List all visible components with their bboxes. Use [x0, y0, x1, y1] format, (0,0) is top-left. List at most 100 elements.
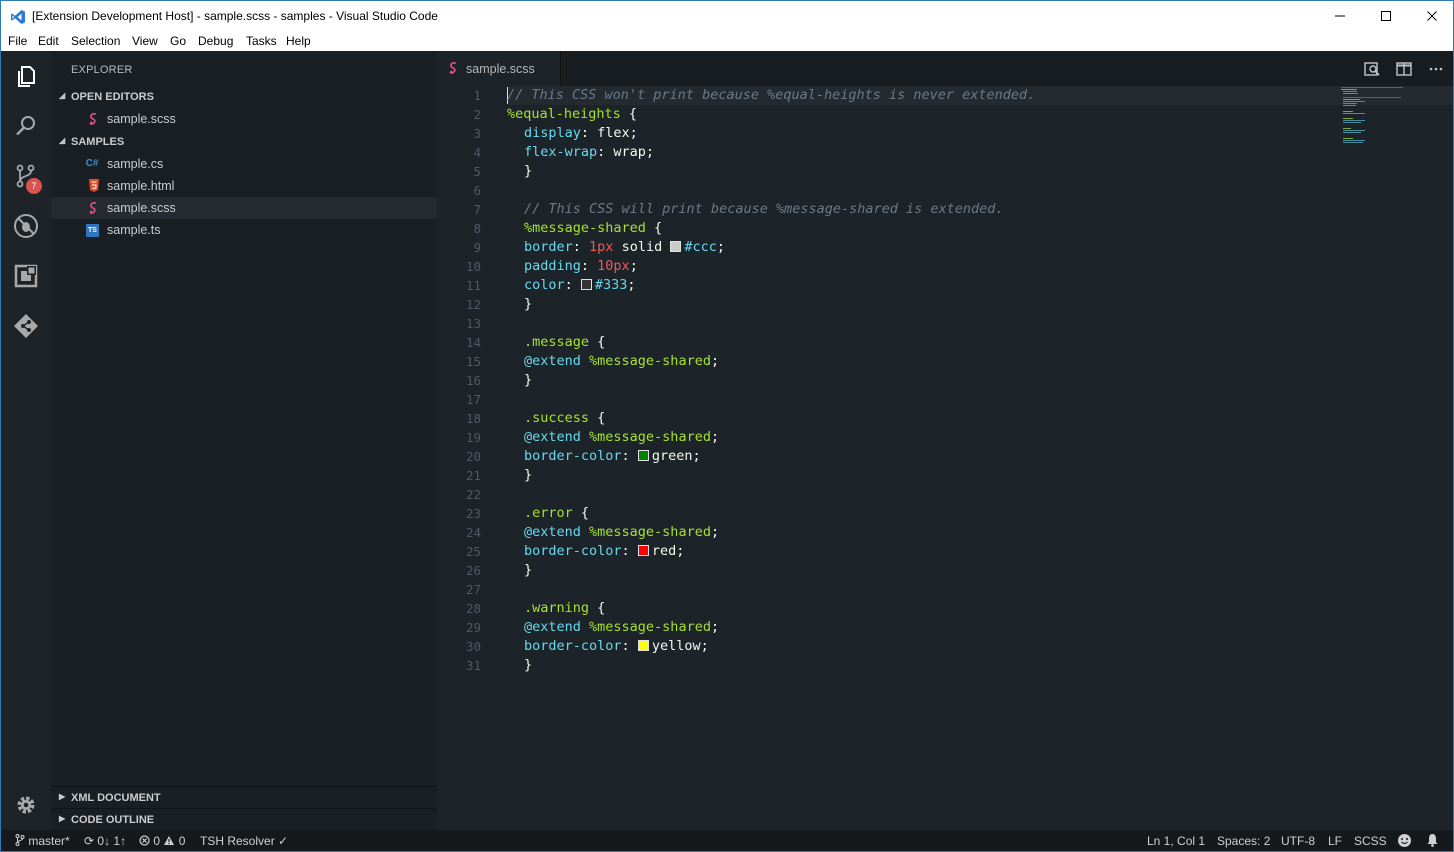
- code-line-26: }: [524, 561, 532, 580]
- punctuation: :: [572, 239, 590, 255]
- line-number: 24: [465, 525, 481, 540]
- branch-name: master*: [28, 834, 70, 848]
- code-editor[interactable]: 1 2 3 4 5 6 7 8 9 10 11 12 13 14 15 16 17 18 19 20 21 22 23 24 2…: [437, 86, 1453, 830]
- menu-file[interactable]: File: [8, 34, 27, 48]
- at-rule: @extend: [524, 429, 581, 445]
- feedback-button[interactable]: [1397, 833, 1412, 851]
- extensions-activity[interactable]: [1, 251, 51, 301]
- file-item-sample-cs[interactable]: C# sample.cs: [51, 153, 437, 175]
- file-name: sample.cs: [107, 157, 164, 171]
- line-number: 5: [473, 164, 481, 179]
- warning-count: 0: [178, 834, 186, 848]
- sync-status[interactable]: ⟳ 0↓ 1↑: [84, 834, 126, 848]
- line-number: 17: [465, 392, 481, 407]
- source-control-activity[interactable]: 7: [1, 151, 51, 201]
- punctuation: {: [589, 334, 606, 350]
- line-number: 4: [473, 145, 481, 160]
- menu-edit[interactable]: Edit: [38, 34, 59, 48]
- sass-icon: [87, 201, 101, 215]
- debug-activity[interactable]: [1, 201, 51, 251]
- git-lens-activity[interactable]: [1, 301, 51, 351]
- code-line-23: .error {: [524, 504, 589, 523]
- split-editor-icon: [1396, 62, 1412, 76]
- code-line-9: border: 1px solid #ccc;: [524, 238, 725, 257]
- samples-section[interactable]: ◢ SAMPLES: [51, 131, 437, 153]
- color-swatch[interactable]: [637, 450, 649, 461]
- color-swatch[interactable]: [580, 279, 592, 290]
- menu-selection[interactable]: Selection: [71, 34, 120, 48]
- ellipsis-icon: [1429, 67, 1443, 71]
- punctuation: {: [645, 220, 663, 236]
- more-actions-button[interactable]: [1427, 60, 1445, 78]
- problems-status[interactable]: 0 0: [139, 834, 185, 848]
- line-number: 11: [465, 278, 481, 293]
- code-line-14: .message {: [524, 333, 605, 352]
- open-editors-section[interactable]: ◢ OPEN EDITORS: [51, 86, 437, 108]
- code-line-20: border-color: green;: [524, 447, 701, 466]
- code-line-2: %equal-heights {: [507, 105, 637, 124]
- smiley-icon: [1398, 834, 1411, 847]
- placeholder-selector: %message-shared: [524, 220, 646, 236]
- maximize-icon: [1381, 11, 1391, 21]
- file-name: sample.html: [107, 179, 175, 193]
- line-number: 14: [465, 335, 481, 350]
- punctuation: }: [524, 372, 533, 388]
- xml-document-section[interactable]: ▶ XML DOCUMENT: [51, 786, 437, 808]
- tsh-resolver-status[interactable]: TSH Resolver ✓: [200, 834, 288, 848]
- punctuation: :: [580, 258, 598, 274]
- notifications-button[interactable]: [1426, 833, 1439, 851]
- line-number: 27: [465, 582, 481, 597]
- encoding-status[interactable]: UTF-8: [1281, 834, 1315, 848]
- settings-activity[interactable]: [1, 780, 51, 830]
- code-line-8: %message-shared {: [524, 219, 662, 238]
- file-item-sample-html[interactable]: sample.html: [51, 175, 437, 197]
- search-activity[interactable]: [1, 101, 51, 151]
- color-swatch[interactable]: [670, 241, 682, 252]
- color-swatch[interactable]: [637, 545, 649, 556]
- placeholder-ref: %message-shared: [580, 524, 711, 540]
- file-name: sample.ts: [107, 223, 161, 237]
- minimize-button[interactable]: [1317, 1, 1363, 31]
- menu-help[interactable]: Help: [286, 34, 311, 48]
- code-line-28: .warning {: [524, 599, 605, 618]
- punctuation: }: [524, 562, 533, 578]
- code-line-11: color: #333;: [524, 276, 636, 295]
- line-number: 29: [465, 620, 481, 635]
- menu-go[interactable]: Go: [170, 34, 186, 48]
- punctuation: ;: [710, 619, 720, 635]
- indentation-status[interactable]: Spaces: 2: [1217, 834, 1270, 848]
- open-editor-item[interactable]: sample.scss: [51, 108, 437, 130]
- menu-view[interactable]: View: [132, 34, 158, 48]
- code-line-12: }: [524, 295, 532, 314]
- menu-tasks[interactable]: Tasks: [246, 34, 277, 48]
- tab-sample-scss[interactable]: sample.scss: [437, 51, 561, 86]
- code-line-7: // This CSS will print because %message-…: [524, 200, 1004, 219]
- code-outline-section[interactable]: ▶ CODE OUTLINE: [51, 808, 437, 830]
- menu-debug[interactable]: Debug: [198, 34, 233, 48]
- git-branch-status[interactable]: master*: [15, 834, 70, 848]
- placeholder-ref: %message-shared: [580, 619, 711, 635]
- gear-icon: [17, 796, 35, 814]
- samples-label: SAMPLES: [71, 136, 125, 148]
- minimap[interactable]: [1341, 86, 1421, 146]
- eol-status[interactable]: LF: [1328, 834, 1342, 848]
- color-swatch[interactable]: [637, 640, 649, 651]
- file-item-sample-scss[interactable]: sample.scss: [51, 197, 437, 219]
- open-changes-button[interactable]: [1363, 60, 1381, 78]
- language-mode[interactable]: SCSS: [1354, 834, 1387, 848]
- file-item-sample-ts[interactable]: TS sample.ts: [51, 219, 437, 241]
- line-number: 23: [465, 506, 481, 521]
- explorer-activity[interactable]: [1, 51, 51, 101]
- code-line-29: @extend %message-shared;: [524, 618, 719, 637]
- split-editor-button[interactable]: [1395, 60, 1413, 78]
- line-number: 21: [465, 468, 481, 483]
- property: border-color: [524, 543, 622, 559]
- maximize-button[interactable]: [1363, 1, 1409, 31]
- code-line-30: border-color: yellow;: [524, 637, 709, 656]
- close-button[interactable]: [1409, 1, 1454, 31]
- code-line-4: flex-wrap: wrap;: [524, 143, 654, 162]
- search-icon: [16, 116, 35, 136]
- cursor-position[interactable]: Ln 1, Col 1: [1147, 834, 1205, 848]
- error-count: 0: [153, 834, 161, 848]
- placeholder-ref: %message-shared: [580, 429, 711, 445]
